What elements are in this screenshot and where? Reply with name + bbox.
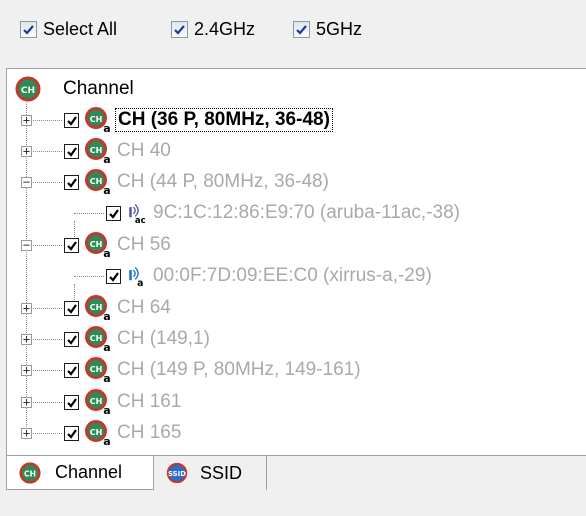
tree-node-label: CH (149 P, 80MHz, 149-161): [117, 359, 361, 380]
tree-node-channel[interactable]: + CH a CH (149,1): [7, 324, 586, 354]
tree-node-channel[interactable]: + CH a CH 165: [7, 418, 586, 448]
select-all-label: Select All: [43, 18, 118, 39]
tree-node-ap[interactable]: ac 9C:1C:12:86:E9:70 (aruba-11ac,-38): [7, 198, 586, 228]
tree-node-channel[interactable]: + CH a CH 40: [7, 136, 586, 166]
tree-node-label: CH 165: [117, 422, 182, 443]
svg-text:SSID: SSID: [168, 470, 186, 478]
svg-text:a: a: [103, 341, 110, 352]
svg-text:CH: CH: [90, 240, 103, 249]
band-5ghz-checkbox[interactable]: 5GHz: [293, 16, 362, 42]
tab-ssid[interactable]: SSID SSID: [154, 456, 267, 490]
svg-text:a: a: [137, 278, 143, 289]
svg-text:a: a: [103, 435, 110, 446]
tree-guide-line: [74, 213, 104, 214]
check-icon: [20, 20, 37, 38]
tree-node-label: CH 40: [117, 140, 171, 161]
tree-checkbox[interactable]: [64, 395, 79, 410]
channel-a-icon: CH a: [85, 169, 111, 195]
tree-node-label: CH (44 P, 80MHz, 36-48): [117, 171, 329, 192]
svg-text:a: a: [103, 310, 110, 321]
tree-node-channel[interactable]: + CH a CH (36 P, 80MHz, 36-48): [7, 105, 586, 135]
tree-node-label: 9C:1C:12:86:E9:70 (aruba-11ac,-38): [153, 202, 460, 223]
svg-text:a: a: [103, 184, 110, 195]
tree-checkbox[interactable]: [64, 301, 79, 316]
svg-text:a: a: [103, 404, 110, 415]
svg-text:CH: CH: [90, 303, 103, 312]
band-5ghz-label: 5GHz: [316, 18, 363, 39]
tree-node-channel[interactable]: + CH a CH 161: [7, 387, 586, 417]
svg-text:CH: CH: [21, 86, 35, 96]
check-icon: [293, 20, 310, 38]
channel-icon: CH: [15, 76, 41, 102]
tab-channel-label: Channel: [55, 462, 123, 482]
channel-a-icon: CH a: [85, 295, 111, 321]
tree-root-label: Channel: [63, 78, 134, 99]
ac-ap-icon: ac: [129, 204, 146, 225]
tree-checkbox[interactable]: [64, 426, 79, 441]
tree-node-channel[interactable]: + CH a CH 64: [7, 293, 586, 323]
svg-text:CH: CH: [90, 428, 103, 437]
tree-checkbox[interactable]: [64, 332, 79, 347]
tree-node-label: CH (36 P, 80MHz, 36-48): [115, 108, 333, 132]
ssid-icon: SSID: [166, 462, 188, 484]
tree-checkbox[interactable]: [106, 206, 121, 221]
tree-node-ap[interactable]: a 00:0F:7D:09:EE:C0 (xirrus-a,-29): [7, 261, 586, 291]
svg-text:a: a: [103, 247, 110, 258]
tab-ssid-label: SSID: [200, 462, 243, 483]
tab-channel[interactable]: CH Channel: [6, 456, 154, 490]
tree-guide-line: [74, 276, 104, 277]
collapse-icon[interactable]: −: [21, 176, 32, 188]
svg-text:ac: ac: [135, 215, 146, 225]
svg-text:CH: CH: [90, 334, 103, 343]
tree-checkbox[interactable]: [64, 113, 79, 128]
channel-a-icon: CH a: [85, 389, 111, 415]
svg-text:a: a: [103, 122, 110, 133]
channel-a-icon: CH a: [85, 357, 111, 383]
a-ap-icon: a: [129, 267, 143, 289]
expand-icon[interactable]: +: [21, 145, 32, 157]
expand-icon[interactable]: +: [21, 364, 32, 376]
tree-checkbox[interactable]: [64, 238, 79, 253]
channel-a-icon: CH a: [85, 107, 111, 133]
channel-a-icon: CH a: [85, 138, 111, 164]
expand-icon[interactable]: +: [21, 302, 32, 314]
channel-a-icon: CH a: [85, 420, 111, 446]
svg-text:CH: CH: [24, 469, 36, 478]
check-icon: [171, 20, 188, 38]
svg-text:CH: CH: [90, 397, 103, 406]
filter-bar: Select All 2.4GHz 5GHz: [0, 0, 586, 60]
svg-text:a: a: [103, 372, 110, 383]
channel-a-icon: CH a: [85, 232, 111, 258]
svg-text:CH: CH: [90, 146, 103, 155]
tree-checkbox[interactable]: [64, 144, 79, 159]
view-tabs: CH Channel SSID SSID: [0, 456, 586, 516]
band-24ghz-checkbox[interactable]: 2.4GHz: [171, 16, 255, 42]
expand-icon[interactable]: +: [21, 114, 32, 126]
tree-checkbox[interactable]: [64, 363, 79, 378]
tree-node-channel[interactable]: − CH a CH 56: [7, 230, 586, 260]
tree-checkbox[interactable]: [64, 175, 79, 190]
svg-text:CH: CH: [90, 177, 103, 186]
tree-node-label: CH 64: [117, 297, 171, 318]
tree-node-label: 00:0F:7D:09:EE:C0 (xirrus-a,-29): [153, 265, 432, 286]
channel-a-icon: CH a: [85, 326, 111, 352]
collapse-icon[interactable]: −: [21, 239, 32, 251]
tree-node-channel[interactable]: − CH a CH (44 P, 80MHz, 36-48): [7, 167, 586, 197]
tree-node-label: CH 161: [117, 391, 182, 412]
tree-root[interactable]: CH Channel: [7, 74, 586, 104]
channel-tree[interactable]: CH Channel + CH a CH (36 P, 80MHz, 36-48…: [6, 68, 586, 456]
svg-text:CH: CH: [90, 115, 103, 124]
expand-icon[interactable]: +: [21, 333, 32, 345]
svg-text:CH: CH: [90, 365, 103, 374]
tree-node-label: CH (149,1): [117, 328, 210, 349]
tree-checkbox[interactable]: [106, 269, 121, 284]
expand-icon[interactable]: +: [21, 427, 32, 439]
expand-icon[interactable]: +: [21, 396, 32, 408]
channel-icon: CH: [19, 461, 41, 484]
band-24ghz-label: 2.4GHz: [194, 18, 256, 39]
select-all-checkbox[interactable]: Select All: [20, 16, 117, 42]
tree-node-channel[interactable]: + CH a CH (149 P, 80MHz, 149-161): [7, 355, 586, 385]
svg-text:a: a: [103, 153, 110, 164]
tree-node-label: CH 56: [117, 234, 171, 255]
